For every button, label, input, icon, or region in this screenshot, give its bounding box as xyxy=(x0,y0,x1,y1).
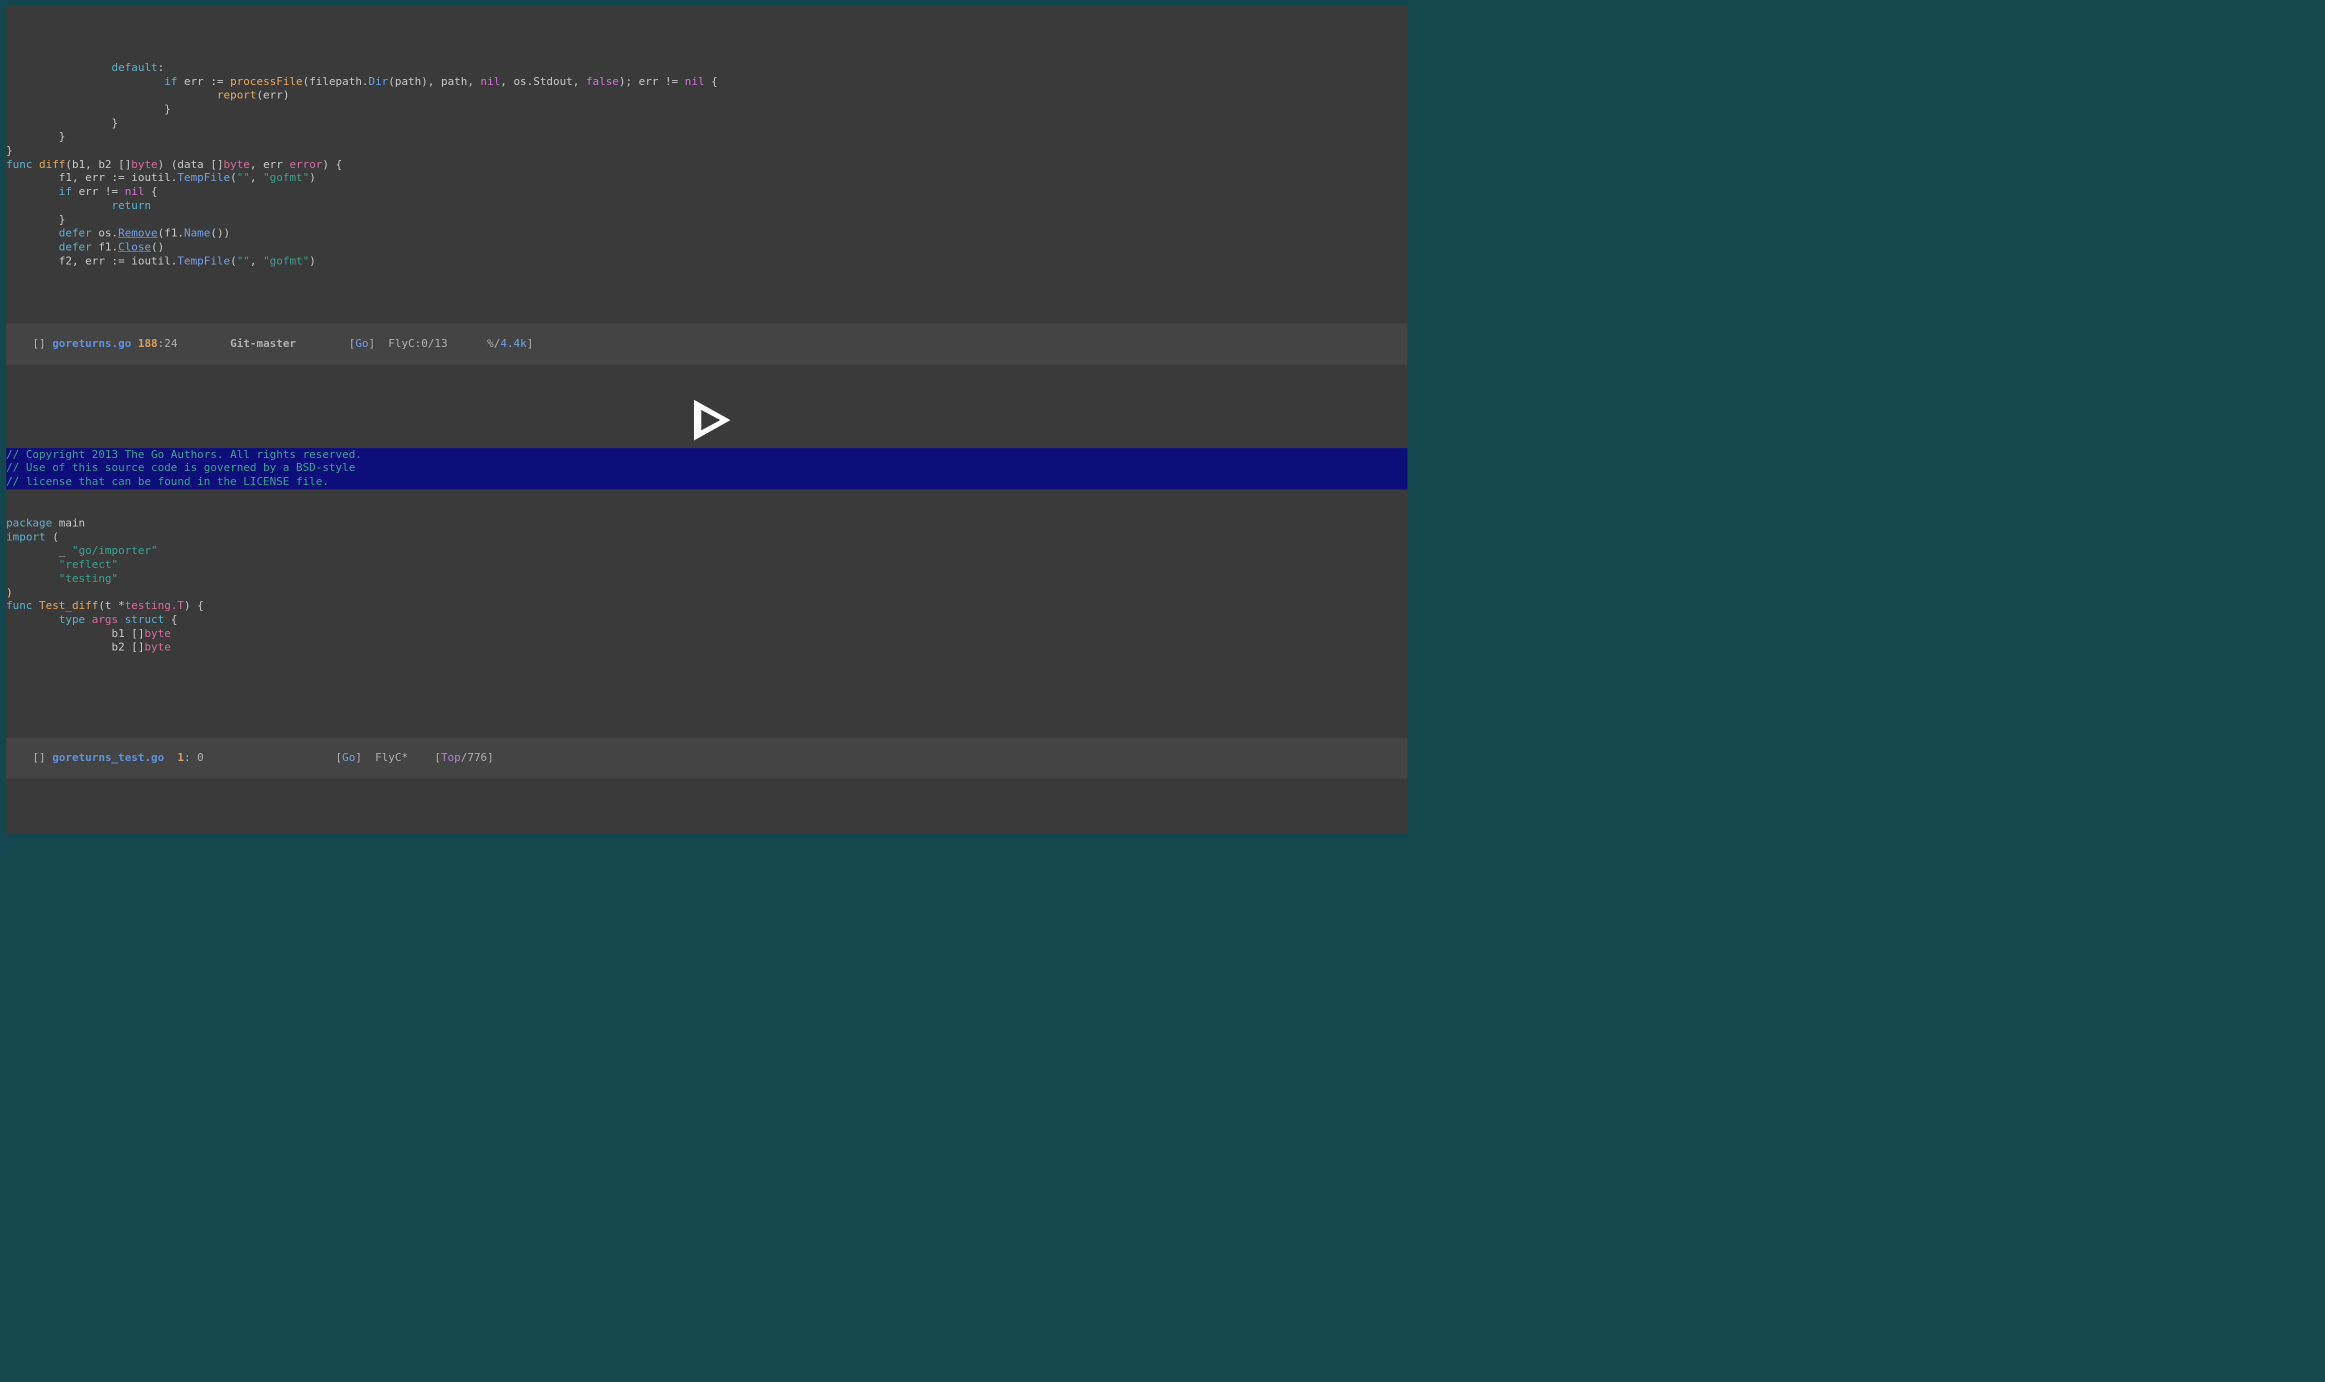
code-line: import ( xyxy=(6,531,1407,545)
code-line: } xyxy=(6,130,1407,144)
play-button[interactable] xyxy=(670,384,743,457)
code-line: func diff(b1, b2 []byte) (data []byte, e… xyxy=(6,158,1407,172)
code-line: if err := processFile(filepath.Dir(path)… xyxy=(6,75,1407,89)
code-line: "testing" xyxy=(6,572,1407,586)
status-prefix: [] xyxy=(32,337,52,350)
code-line: _ "go/importer" xyxy=(6,544,1407,558)
code-line: type args struct { xyxy=(6,613,1407,627)
code-line: defer f1.Close() xyxy=(6,241,1407,255)
code-line: b1 []byte xyxy=(6,627,1407,641)
code-line: } xyxy=(6,103,1407,117)
code-line: ) xyxy=(6,586,1407,600)
code-line: package main xyxy=(6,517,1407,531)
statusbar-top: [] goreturns.go 188:24 Git-master [Go] F… xyxy=(6,324,1407,365)
code-line: return xyxy=(6,199,1407,213)
column-number: 24 xyxy=(164,337,177,350)
major-mode: Go xyxy=(342,751,355,764)
code-line: if err != nil { xyxy=(6,186,1407,200)
code-line: f1, err := ioutil.TempFile("", "gofmt") xyxy=(6,172,1407,186)
code-line: default: xyxy=(6,61,1407,75)
buffer-name: goreturns.go xyxy=(52,337,131,350)
play-icon xyxy=(670,384,743,457)
git-branch: Git-master xyxy=(230,337,296,350)
buffer-name: goreturns_test.go xyxy=(52,751,164,764)
code-line: } xyxy=(6,117,1407,131)
code-line: func Test_diff(t *testing.T) { xyxy=(6,600,1407,614)
flycheck-status: FlyC:0/13 xyxy=(388,337,447,350)
statusbar-bottom: [] goreturns_test.go 1: 0 [Go] FlyC* [To… xyxy=(6,738,1407,779)
flycheck-status: FlyC* xyxy=(375,751,408,764)
major-mode: Go xyxy=(355,337,368,350)
code-line: "reflect" xyxy=(6,558,1407,572)
code-line: } xyxy=(6,144,1407,158)
pct-sep: %/ xyxy=(487,337,500,350)
code-line: report(err) xyxy=(6,89,1407,103)
bottom-pane[interactable]: // Copyright 2013 The Go Authors. All ri… xyxy=(6,420,1407,682)
top-pane[interactable]: default: if err := processFile(filepath.… xyxy=(6,61,1407,268)
file-size: 776 xyxy=(467,751,487,764)
column-number: 0 xyxy=(191,751,204,764)
code-line: f2, err := ioutil.TempFile("", "gofmt") xyxy=(6,255,1407,269)
file-size: 4.4k xyxy=(500,337,526,350)
code-line: b2 []byte xyxy=(6,641,1407,655)
line-number: 188 xyxy=(138,337,158,350)
selected-line: // Use of this source code is governed b… xyxy=(6,462,1407,476)
selected-line: // license that can be found in the LICE… xyxy=(6,475,1407,489)
status-prefix: [] xyxy=(32,751,52,764)
code-line: defer os.Remove(f1.Name()) xyxy=(6,227,1407,241)
scroll-position: Top xyxy=(441,751,461,764)
code-line: } xyxy=(6,213,1407,227)
